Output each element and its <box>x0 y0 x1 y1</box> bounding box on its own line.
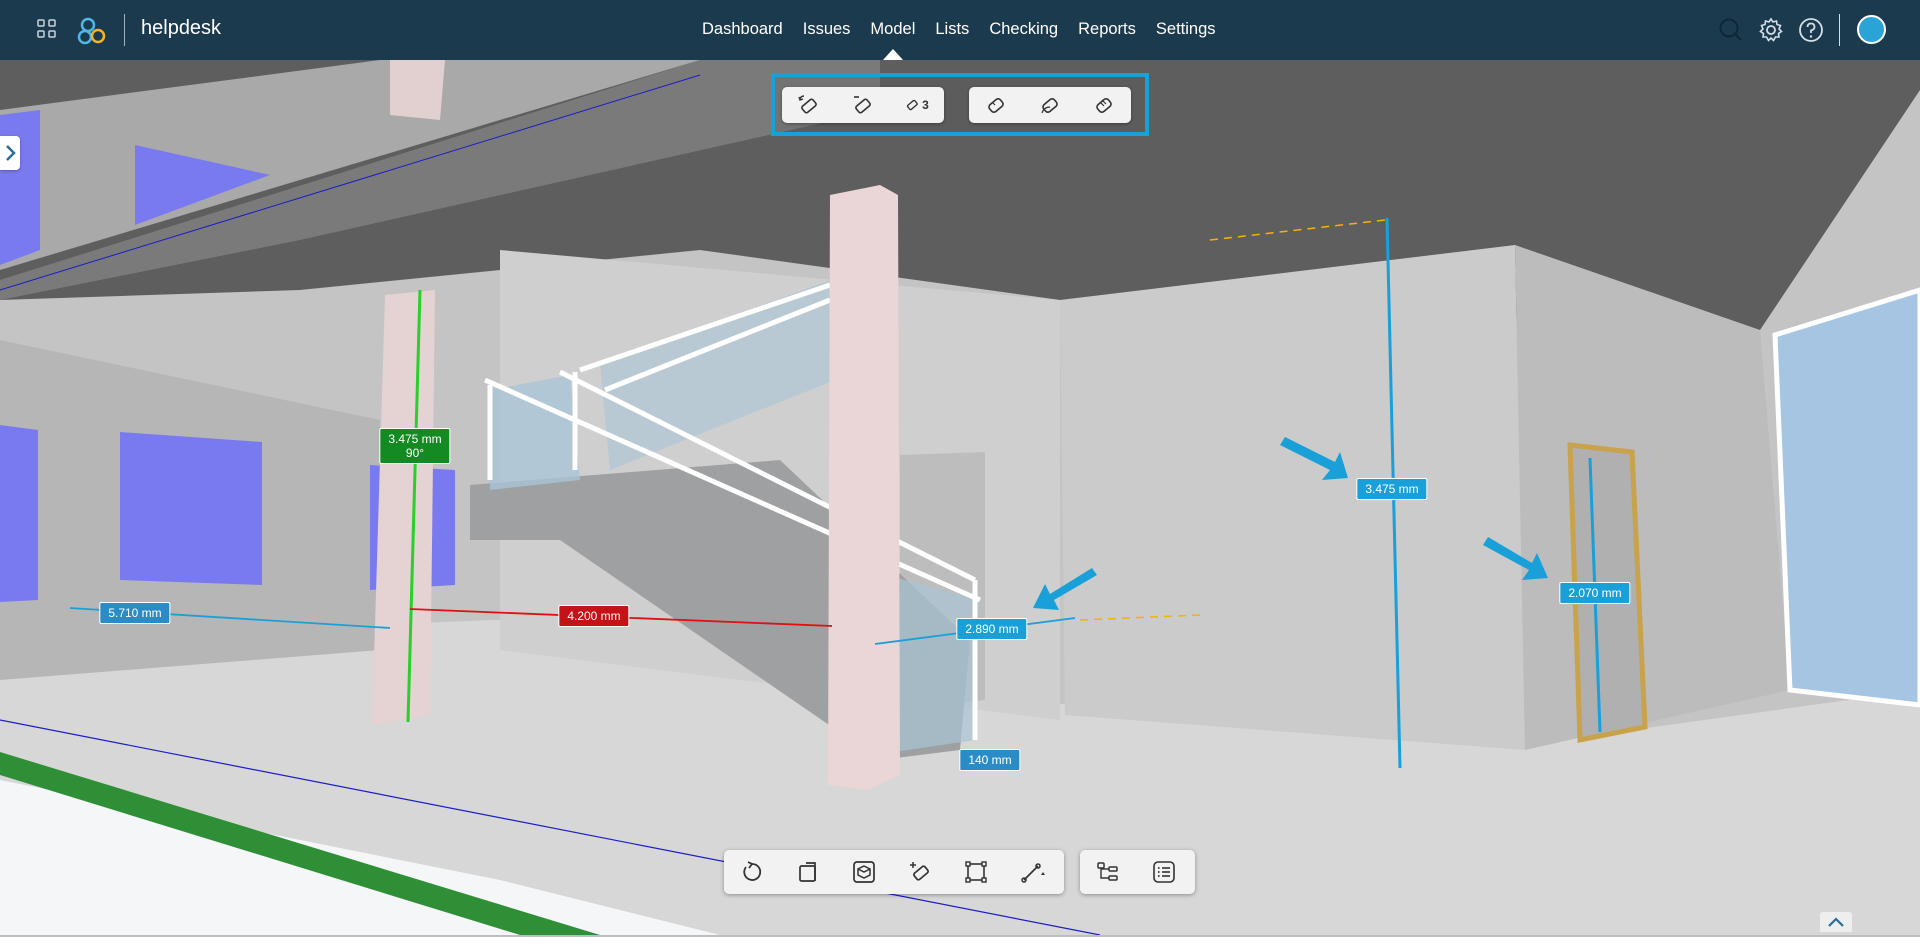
nav-dashboard[interactable]: Dashboard <box>692 0 793 60</box>
add-measure-icon <box>910 862 929 881</box>
tape-angle-button[interactable] <box>1023 87 1077 123</box>
measure-label-wall-height[interactable]: 3.475 mm <box>1356 478 1428 500</box>
user-avatar[interactable] <box>1857 15 1886 44</box>
nav-model[interactable]: Model <box>860 0 925 60</box>
reset-view-icon <box>743 861 762 881</box>
measure-label-step[interactable]: 140 mm <box>959 749 1021 771</box>
model-viewport[interactable] <box>0 60 1920 935</box>
tape-clear-icon <box>1096 97 1112 114</box>
help-icon[interactable] <box>1797 16 1825 44</box>
measure-undo-button[interactable] <box>782 87 836 123</box>
tape-angle-icon <box>1041 97 1058 114</box>
add-measure-button[interactable] <box>892 850 948 894</box>
measure-count: 3 <box>922 98 929 112</box>
box-view-button[interactable] <box>836 850 892 894</box>
draw-line-button[interactable] <box>1004 850 1060 894</box>
reset-view-button[interactable] <box>724 850 780 894</box>
search-icon[interactable] <box>1717 16 1745 44</box>
nav-reports[interactable]: Reports <box>1068 0 1146 60</box>
box-view-icon <box>853 861 875 883</box>
measure-remove-button[interactable] <box>836 87 890 123</box>
tape-measure-icon <box>988 97 1004 114</box>
section-plane-button[interactable] <box>780 850 836 894</box>
top-navigation-bar: helpdesk Dashboard Issues Model Lists Ch… <box>0 0 1920 60</box>
measure-toolbar: 3 <box>771 73 1149 136</box>
model-tree-icon <box>1097 862 1118 881</box>
measure-toolbar-group-1: 3 <box>782 87 944 123</box>
bottom-panel-expander[interactable] <box>1820 912 1852 932</box>
header-divider <box>124 14 125 46</box>
gear-icon[interactable] <box>1757 16 1785 44</box>
tape-measure-button[interactable] <box>969 87 1023 123</box>
measure-label-stair[interactable]: 4.200 mm <box>558 605 630 627</box>
measure-remove-icon <box>854 96 871 114</box>
measure-undo-icon <box>798 95 817 114</box>
measure-list-button[interactable]: 3 <box>890 87 944 123</box>
app-name: helpdesk <box>141 17 222 39</box>
side-panel-toggle[interactable] <box>0 136 20 170</box>
nav-settings[interactable]: Settings <box>1146 0 1226 60</box>
properties-list-button[interactable] <box>1136 850 1192 894</box>
measure-label-door-height[interactable]: 2.070 mm <box>1559 582 1631 604</box>
measure-toolbar-group-2 <box>969 87 1131 123</box>
header-divider-right <box>1839 14 1840 46</box>
measure-label-column[interactable]: 3.475 mm 90° <box>379 428 451 464</box>
column-height-value: 3.475 mm <box>388 432 442 446</box>
model-tree-button[interactable] <box>1080 850 1136 894</box>
apps-grid-icon[interactable] <box>36 18 58 40</box>
nav-checking[interactable]: Checking <box>979 0 1068 60</box>
draw-line-icon <box>1021 863 1045 883</box>
chevron-right-icon <box>6 145 16 161</box>
section-plane-icon <box>799 862 816 882</box>
column-angle-value: 90° <box>405 446 425 460</box>
measure-label-wall-distance[interactable]: 2.890 mm <box>956 618 1028 640</box>
properties-list-icon <box>1153 861 1175 883</box>
select-area-icon <box>965 861 987 883</box>
nav-lists[interactable]: Lists <box>925 0 979 60</box>
tape-clear-button[interactable] <box>1077 87 1131 123</box>
select-area-button[interactable] <box>948 850 1004 894</box>
main-nav: Dashboard Issues Model Lists Checking Re… <box>692 0 1226 60</box>
nav-issues[interactable]: Issues <box>793 0 861 60</box>
viewer-toolbar <box>724 850 1064 894</box>
viewer-toolbar-secondary <box>1080 850 1195 894</box>
measure-list-icon <box>907 99 918 111</box>
chevron-up-icon <box>1828 917 1844 927</box>
helpdesk-logo[interactable] <box>76 14 110 48</box>
measure-label-left[interactable]: 5.710 mm <box>99 602 171 624</box>
